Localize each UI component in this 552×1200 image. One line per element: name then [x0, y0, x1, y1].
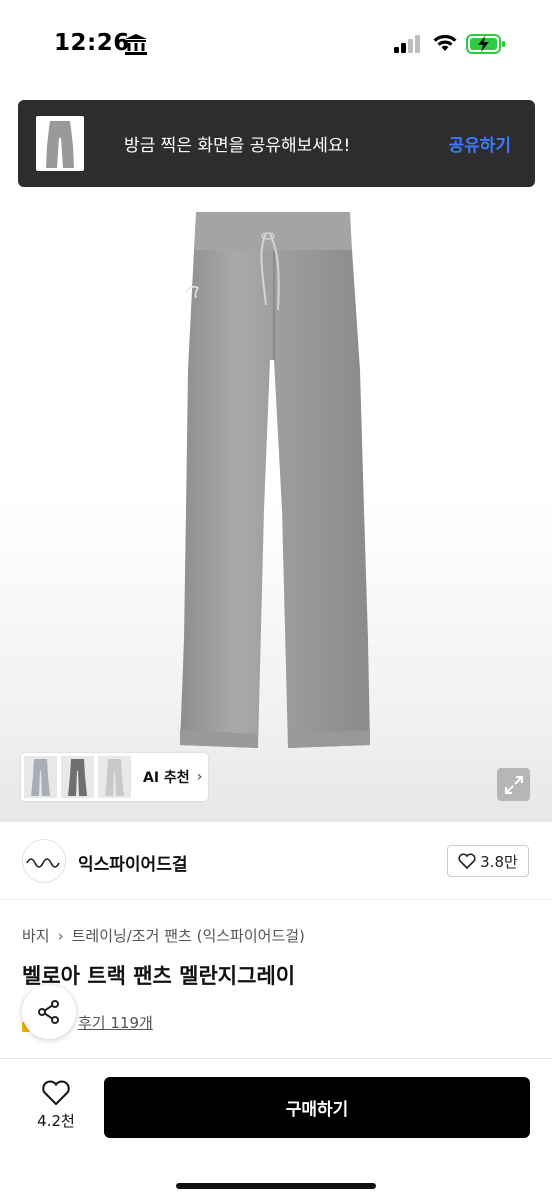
toast-message: 방금 찍은 화면을 공유해보세요! — [124, 136, 351, 156]
share-toast: 방금 찍은 화면을 공유해보세요! 공유하기 — [18, 100, 535, 187]
brand-row[interactable]: 익스파이어드걸 3.8만 — [0, 822, 552, 900]
product-image[interactable] — [0, 92, 552, 822]
heart-icon — [458, 853, 476, 869]
brand-logo — [22, 839, 66, 883]
share-icon — [38, 1000, 59, 1024]
breadcrumb-subcategory[interactable]: 트레이닝/조거 팬츠 (익스파이어드걸) — [72, 925, 305, 946]
wishlist-button[interactable]: 4.2천 — [28, 1079, 84, 1139]
thumbnail-1[interactable] — [24, 756, 57, 798]
brand-like-count: 3.8만 — [480, 852, 518, 871]
pants-photo — [180, 212, 370, 748]
ai-recommend-label: AI 추천 — [143, 770, 190, 786]
toast-share-button[interactable]: 공유하기 — [448, 131, 511, 156]
heart-icon — [42, 1080, 70, 1106]
breadcrumb: 바지 › 트레이닝/조거 팬츠 (익스파이어드걸) — [22, 925, 305, 946]
ai-recommend-strip[interactable]: AI 추천 › — [21, 753, 208, 801]
expand-icon — [504, 775, 523, 794]
review-link[interactable]: 후기 119개 — [78, 1012, 153, 1033]
brand-like-button[interactable]: 3.8만 — [447, 845, 529, 877]
wifi-icon — [433, 34, 457, 51]
product-title: 벨로아 트랙 팬츠 멜란지그레이 — [22, 964, 296, 988]
thumbnail-3[interactable] — [98, 756, 131, 798]
thumbnail-2[interactable] — [61, 756, 94, 798]
brand-name[interactable]: 익스파이어드걸 — [78, 850, 187, 875]
share-button[interactable] — [22, 985, 76, 1039]
toast-screenshot-thumbnail — [36, 116, 84, 171]
cellular-signal-icon — [394, 35, 420, 53]
buy-button[interactable]: 구매하기 — [104, 1077, 530, 1138]
expand-image-button[interactable] — [497, 768, 530, 801]
breadcrumb-category[interactable]: 바지 — [22, 925, 50, 946]
chevron-right-icon: › — [196, 769, 203, 785]
home-indicator — [176, 1183, 376, 1189]
status-bar: 12:26 — [0, 0, 552, 92]
status-time: 12:26 — [54, 30, 130, 56]
chevron-right-icon: › — [57, 926, 64, 945]
wishlist-count: 4.2천 — [37, 1112, 75, 1130]
battery-charging-icon — [466, 34, 505, 54]
bottom-purchase-bar: 4.2천 구매하기 — [0, 1058, 552, 1200]
bank-icon — [125, 34, 147, 55]
